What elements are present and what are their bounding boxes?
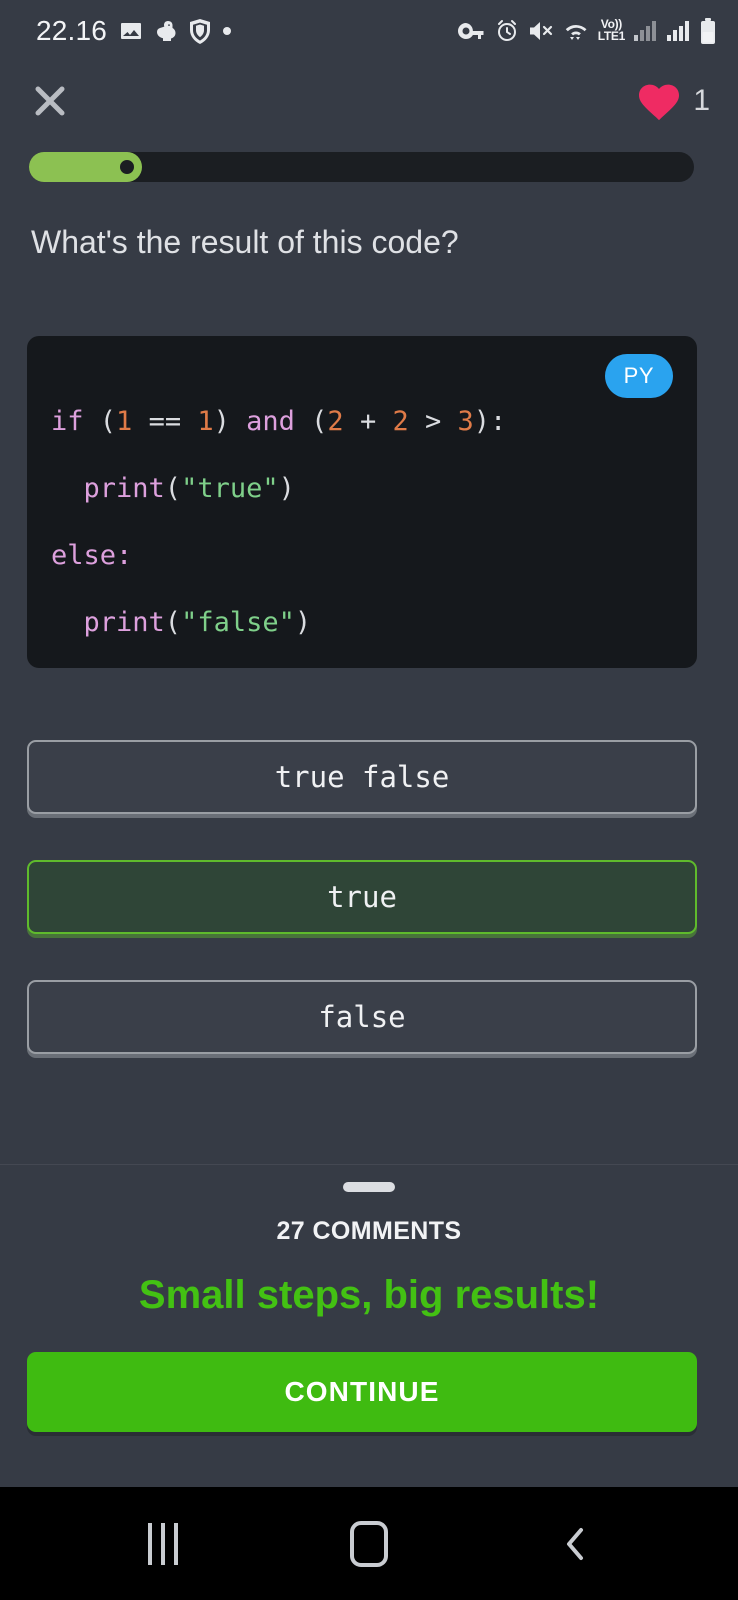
recents-button[interactable] <box>118 1509 208 1579</box>
code-token: + <box>343 406 393 437</box>
code-token: and <box>246 406 295 437</box>
code-line: if (1 == 1) and (2 + 2 > 3): <box>51 388 697 455</box>
lesson-progress-bar <box>29 152 694 182</box>
signal-icon <box>634 21 658 41</box>
code-block: PY if (1 == 1) and (2 + 2 > 3): print("t… <box>27 336 697 668</box>
lives-count-label: 1 <box>693 84 710 117</box>
close-icon <box>35 86 65 116</box>
code-token: ) <box>294 607 312 638</box>
lesson-header: 1 <box>0 70 738 132</box>
mute-icon <box>528 20 554 42</box>
heart-icon <box>639 84 680 121</box>
code-line: else: <box>51 522 697 589</box>
code-token: == <box>132 406 198 437</box>
answer-option-selected[interactable]: true <box>27 860 697 934</box>
code-token: print <box>83 473 165 504</box>
code-token: ) <box>278 473 295 504</box>
answer-option[interactable]: false <box>27 980 697 1054</box>
bottom-sheet: 27 COMMENTS Small steps, big results! CO… <box>0 1165 738 1472</box>
code-token: ( <box>294 406 328 437</box>
wifi-icon <box>563 20 589 42</box>
code-token: ( <box>164 473 182 504</box>
volte-line-2: LTE1 <box>597 29 626 43</box>
close-button[interactable] <box>24 75 76 127</box>
comments-count-label[interactable]: 27 COMMENTS <box>0 1217 738 1246</box>
code-line: print("false") <box>51 589 697 656</box>
status-bar-left: 22.16 <box>36 15 232 47</box>
answer-option[interactable]: true false <box>27 740 697 814</box>
volte-indicator: Vo)) LTE1 <box>597 18 626 43</box>
question-text: What's the result of this code? <box>31 224 459 260</box>
progress-thumb <box>116 156 138 178</box>
back-button[interactable] <box>530 1509 620 1579</box>
status-bar-clock: 22.16 <box>36 15 108 46</box>
code-token: 1 <box>197 406 214 437</box>
motivation-tagline: Small steps, big results! <box>138 1273 600 1317</box>
answer-options: true false true false <box>27 740 697 1100</box>
app-root: 22.16 Vo)) LTE1 1 What's the result of t… <box>0 0 738 1600</box>
answer-option-label: false <box>318 1000 406 1034</box>
signal-icon <box>667 21 691 41</box>
code-token: "true" <box>181 473 279 504</box>
code-token: else: <box>51 540 133 571</box>
answer-option-label: true false <box>274 760 450 794</box>
dot-icon <box>223 27 232 35</box>
code-token: "false" <box>181 607 295 638</box>
lives-counter[interactable]: 1 <box>637 81 710 121</box>
duck-icon <box>155 19 177 43</box>
code-token: ( <box>99 406 117 437</box>
code-lines: if (1 == 1) and (2 + 2 > 3): print("true… <box>51 388 697 656</box>
code-token: print <box>83 607 165 638</box>
status-bar-right: Vo)) LTE1 <box>457 18 716 44</box>
code-token: if <box>51 406 100 437</box>
answer-option-label: true <box>327 880 397 914</box>
code-token: 1 <box>116 406 133 437</box>
code-token: ): <box>473 406 507 437</box>
battery-icon <box>700 18 716 44</box>
home-icon <box>350 1520 388 1567</box>
code-token: 2 <box>327 406 344 437</box>
code-token: ) <box>213 406 247 437</box>
code-token: ( <box>164 607 182 638</box>
language-badge: PY <box>604 354 673 398</box>
back-icon <box>567 1527 583 1560</box>
alarm-icon <box>495 19 519 43</box>
shield-icon <box>189 18 211 44</box>
continue-button[interactable]: CONTINUE <box>27 1352 697 1432</box>
home-button[interactable] <box>324 1509 414 1579</box>
android-nav-bar <box>0 1487 738 1600</box>
sheet-drag-handle[interactable] <box>343 1182 395 1192</box>
code-token: 2 <box>392 406 409 437</box>
key-icon <box>457 21 486 41</box>
code-token: 3 <box>457 406 474 437</box>
image-icon <box>119 19 143 43</box>
code-line: print("true") <box>51 455 697 522</box>
recents-icon <box>148 1522 178 1565</box>
status-bar: 22.16 Vo)) LTE1 <box>0 0 738 62</box>
code-token: > <box>408 406 458 437</box>
